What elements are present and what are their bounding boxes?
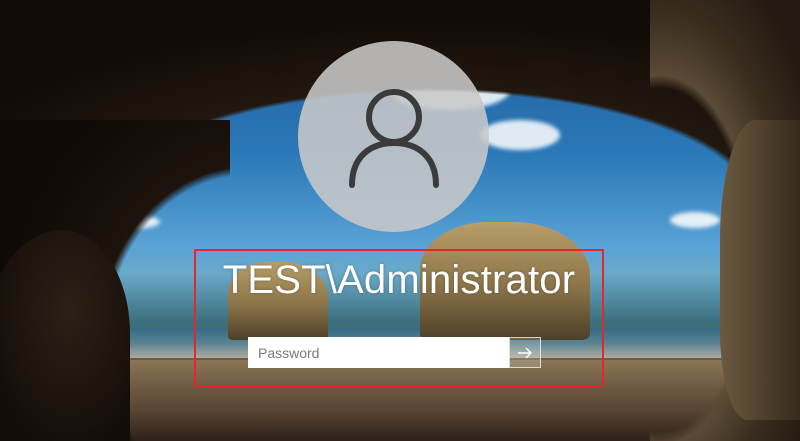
lock-screen: TEST\Administrator (0, 0, 800, 441)
submit-button[interactable] (509, 337, 541, 368)
user-avatar (298, 41, 489, 232)
password-input[interactable] (248, 337, 509, 368)
user-silhouette-icon (348, 88, 439, 188)
arrow-right-icon (518, 347, 532, 358)
cave-wall-right (720, 120, 800, 420)
password-row (248, 337, 541, 368)
cave-boulder (0, 230, 130, 441)
username-label: TEST\Administrator (222, 258, 576, 302)
